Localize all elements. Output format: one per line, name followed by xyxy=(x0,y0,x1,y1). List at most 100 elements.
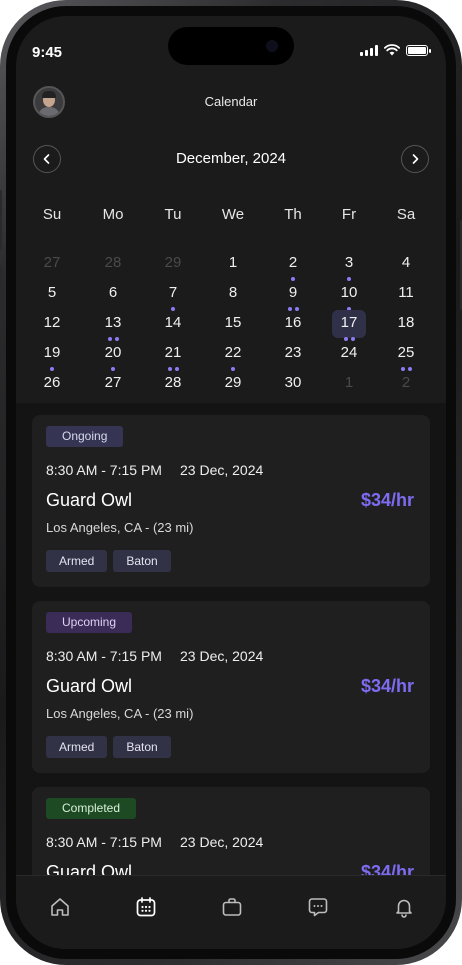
shift-date: 23 Dec, 2024 xyxy=(180,834,264,850)
shift-date: 23 Dec, 2024 xyxy=(180,462,264,478)
calendar-day[interactable]: 21 xyxy=(156,340,190,371)
tab-jobs[interactable] xyxy=(219,894,245,920)
calendar-day[interactable]: 20 xyxy=(96,340,130,371)
day-number: 18 xyxy=(397,314,415,331)
day-number: 20 xyxy=(104,344,122,361)
day-number: 1 xyxy=(228,254,238,271)
day-number: 17 xyxy=(340,314,358,331)
day-number: 23 xyxy=(284,344,302,361)
wifi-icon xyxy=(384,44,400,56)
status-badge: Completed xyxy=(46,798,137,819)
calendar-day[interactable]: 9 xyxy=(276,280,310,311)
calendar-day[interactable]: 6 xyxy=(96,280,130,308)
calendar-day[interactable]: 19 xyxy=(35,340,69,371)
status-badge: Ongoing xyxy=(46,426,124,447)
shift-card[interactable]: Upcoming 8:30 AM - 7:15 PM 23 Dec, 2024 Gua… xyxy=(32,601,430,773)
camera-icon xyxy=(266,40,278,52)
day-number: 15 xyxy=(224,314,242,331)
tag: Baton xyxy=(113,550,171,572)
day-number: 11 xyxy=(398,284,414,301)
page-title: Calendar xyxy=(204,94,258,109)
day-number: 5 xyxy=(47,284,57,301)
status-time: 9:45 xyxy=(32,44,63,61)
calendar-day[interactable]: 16 xyxy=(276,310,310,338)
calendar-day[interactable]: 22 xyxy=(216,340,250,371)
day-number: 6 xyxy=(108,284,118,301)
weekday-label: Tu xyxy=(164,206,182,223)
screen: 9:45 Calendar December, 2024 Su Mo Tu We T xyxy=(16,16,446,949)
day-number: 19 xyxy=(43,344,61,361)
calendar-day[interactable]: 3 xyxy=(332,250,366,281)
day-number: 8 xyxy=(228,284,238,301)
calendar-day[interactable]: 25 xyxy=(389,340,423,371)
next-month-button[interactable] xyxy=(401,145,429,173)
phone-frame: 9:45 Calendar December, 2024 Su Mo Tu We T xyxy=(0,0,462,965)
shift-time: 8:30 AM - 7:15 PM xyxy=(46,648,162,664)
dynamic-island xyxy=(168,27,294,65)
day-number: 28 xyxy=(164,374,182,391)
weekday-label: Su xyxy=(42,206,62,223)
shift-date: 23 Dec, 2024 xyxy=(180,648,264,664)
calendar-day[interactable]: 26 xyxy=(35,370,69,398)
calendar-day-selected[interactable]: 17 xyxy=(332,310,366,341)
day-number: 13 xyxy=(104,314,122,331)
calendar-day[interactable]: 14 xyxy=(156,310,190,338)
day-number: 4 xyxy=(401,254,411,271)
day-number: 27 xyxy=(104,374,122,391)
day-number: 30 xyxy=(284,374,302,391)
calendar-day[interactable]: 12 xyxy=(35,310,69,338)
chevron-right-icon xyxy=(412,154,419,164)
calendar-day[interactable]: 8 xyxy=(216,280,250,308)
calendar-day[interactable]: 10 xyxy=(332,280,366,311)
calendar-day[interactable]: 30 xyxy=(276,370,310,398)
day-number: 26 xyxy=(43,374,61,391)
calendar-day[interactable]: 2 xyxy=(389,370,423,398)
bell-icon xyxy=(396,899,412,918)
day-number: 3 xyxy=(344,254,354,271)
calendar-day[interactable]: 24 xyxy=(332,340,366,368)
tab-messages[interactable] xyxy=(305,894,331,920)
signal-icon xyxy=(360,44,378,56)
battery-icon xyxy=(406,44,431,56)
shift-time: 8:30 AM - 7:15 PM xyxy=(46,462,162,478)
calendar-day[interactable]: 7 xyxy=(156,280,190,311)
shift-card[interactable]: Ongoing 8:30 AM - 7:15 PM 23 Dec, 2024 Guar… xyxy=(32,415,430,587)
tab-home[interactable] xyxy=(47,894,73,920)
calendar-day[interactable]: 27 xyxy=(96,370,130,398)
weekday-label: Mo xyxy=(102,206,124,223)
status-badge: Upcoming xyxy=(46,612,133,633)
tab-calendar[interactable] xyxy=(133,894,159,920)
calendar-day[interactable]: 15 xyxy=(216,310,250,338)
day-number: 16 xyxy=(284,314,302,331)
calendar-day[interactable]: 27 xyxy=(35,250,69,278)
shift-title: Guard Owl xyxy=(46,490,133,510)
calendar-day[interactable]: 28 xyxy=(96,250,130,278)
shift-rate: $34/hr xyxy=(360,676,414,696)
day-number: 10 xyxy=(340,284,358,301)
calendar-day[interactable]: 18 xyxy=(389,310,423,338)
calendar-day[interactable]: 1 xyxy=(332,370,366,398)
day-number: 28 xyxy=(104,254,122,271)
weekday-label: Fr xyxy=(341,206,357,223)
calendar-day[interactable]: 5 xyxy=(35,280,69,308)
calendar-day[interactable]: 1 xyxy=(216,250,250,278)
home-icon xyxy=(51,898,69,916)
volume-up-button xyxy=(0,190,2,250)
weekday-label: Th xyxy=(284,206,302,223)
tag: Armed xyxy=(46,736,108,758)
shift-time: 8:30 AM - 7:15 PM xyxy=(46,834,162,850)
calendar-day[interactable]: 28 xyxy=(156,370,190,398)
calendar-day[interactable]: 11 xyxy=(389,280,423,308)
tag-list: Armed Baton xyxy=(46,736,171,758)
calendar-day[interactable]: 4 xyxy=(389,250,423,278)
calendar-day[interactable]: 13 xyxy=(96,310,130,341)
calendar-day[interactable]: 23 xyxy=(276,340,310,368)
weekday-label: We xyxy=(221,206,245,223)
shift-location: Los Angeles, CA - (23 mi) xyxy=(46,706,194,721)
calendar-day[interactable]: 29 xyxy=(156,250,190,278)
calendar-day[interactable]: 2 xyxy=(276,250,310,281)
tab-notifications[interactable] xyxy=(391,894,417,920)
day-number: 9 xyxy=(288,284,298,301)
day-number: 22 xyxy=(224,344,242,361)
calendar-day[interactable]: 29 xyxy=(216,370,250,398)
